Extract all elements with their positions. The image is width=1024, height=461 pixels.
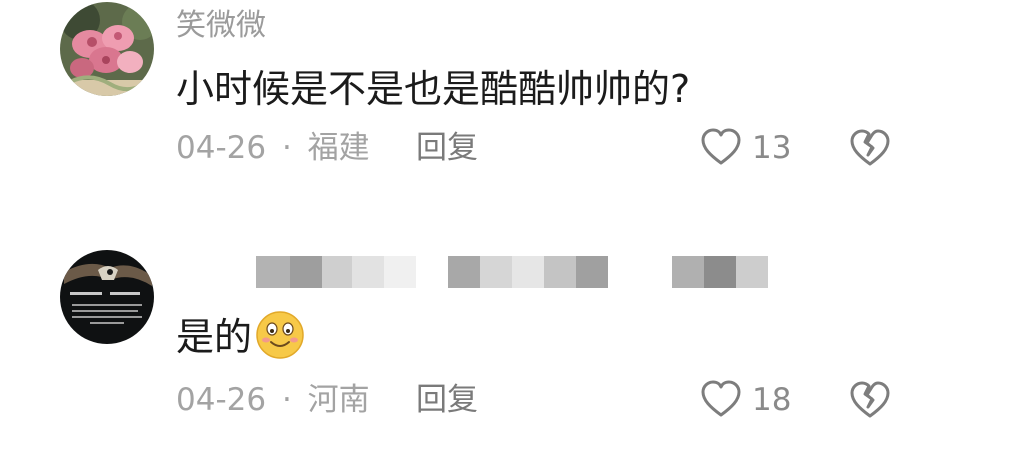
like-count: 18 <box>752 382 792 418</box>
username[interactable]: 笑微微 <box>176 6 266 46</box>
pixelated-username <box>256 256 768 288</box>
broken-heart-icon[interactable] <box>849 380 891 420</box>
avatar[interactable] <box>60 2 154 96</box>
meta-separator: · <box>281 130 292 166</box>
comment-location: 河南 <box>307 382 370 418</box>
heart-icon[interactable] <box>700 128 742 166</box>
username-obscured <box>176 256 776 290</box>
reply-button[interactable]: 回复 <box>416 378 478 422</box>
like-count: 13 <box>752 130 792 166</box>
comment-text: 是的 <box>176 312 252 362</box>
comment-text-body: 是的 <box>176 315 253 359</box>
comment-date: 04-26 <box>176 130 267 166</box>
eagle-dark-avatar-icon <box>60 250 154 344</box>
comment-date: 04-26 <box>176 382 267 418</box>
broken-heart-icon[interactable] <box>849 128 891 168</box>
flower-bouquet-avatar-icon <box>60 2 154 96</box>
comment-text: 小时候是不是也是酷酷帅帅的? <box>176 67 691 111</box>
smiling-face-emoji-icon <box>256 311 304 359</box>
comment-location: 福建 <box>307 130 370 166</box>
avatar[interactable] <box>60 250 154 344</box>
comment-meta: 04-26 · 福建 <box>176 126 370 170</box>
meta-separator: · <box>281 382 292 418</box>
comment-meta: 04-26 · 河南 <box>176 378 370 422</box>
reply-button[interactable]: 回复 <box>416 126 478 170</box>
heart-icon[interactable] <box>700 380 742 418</box>
